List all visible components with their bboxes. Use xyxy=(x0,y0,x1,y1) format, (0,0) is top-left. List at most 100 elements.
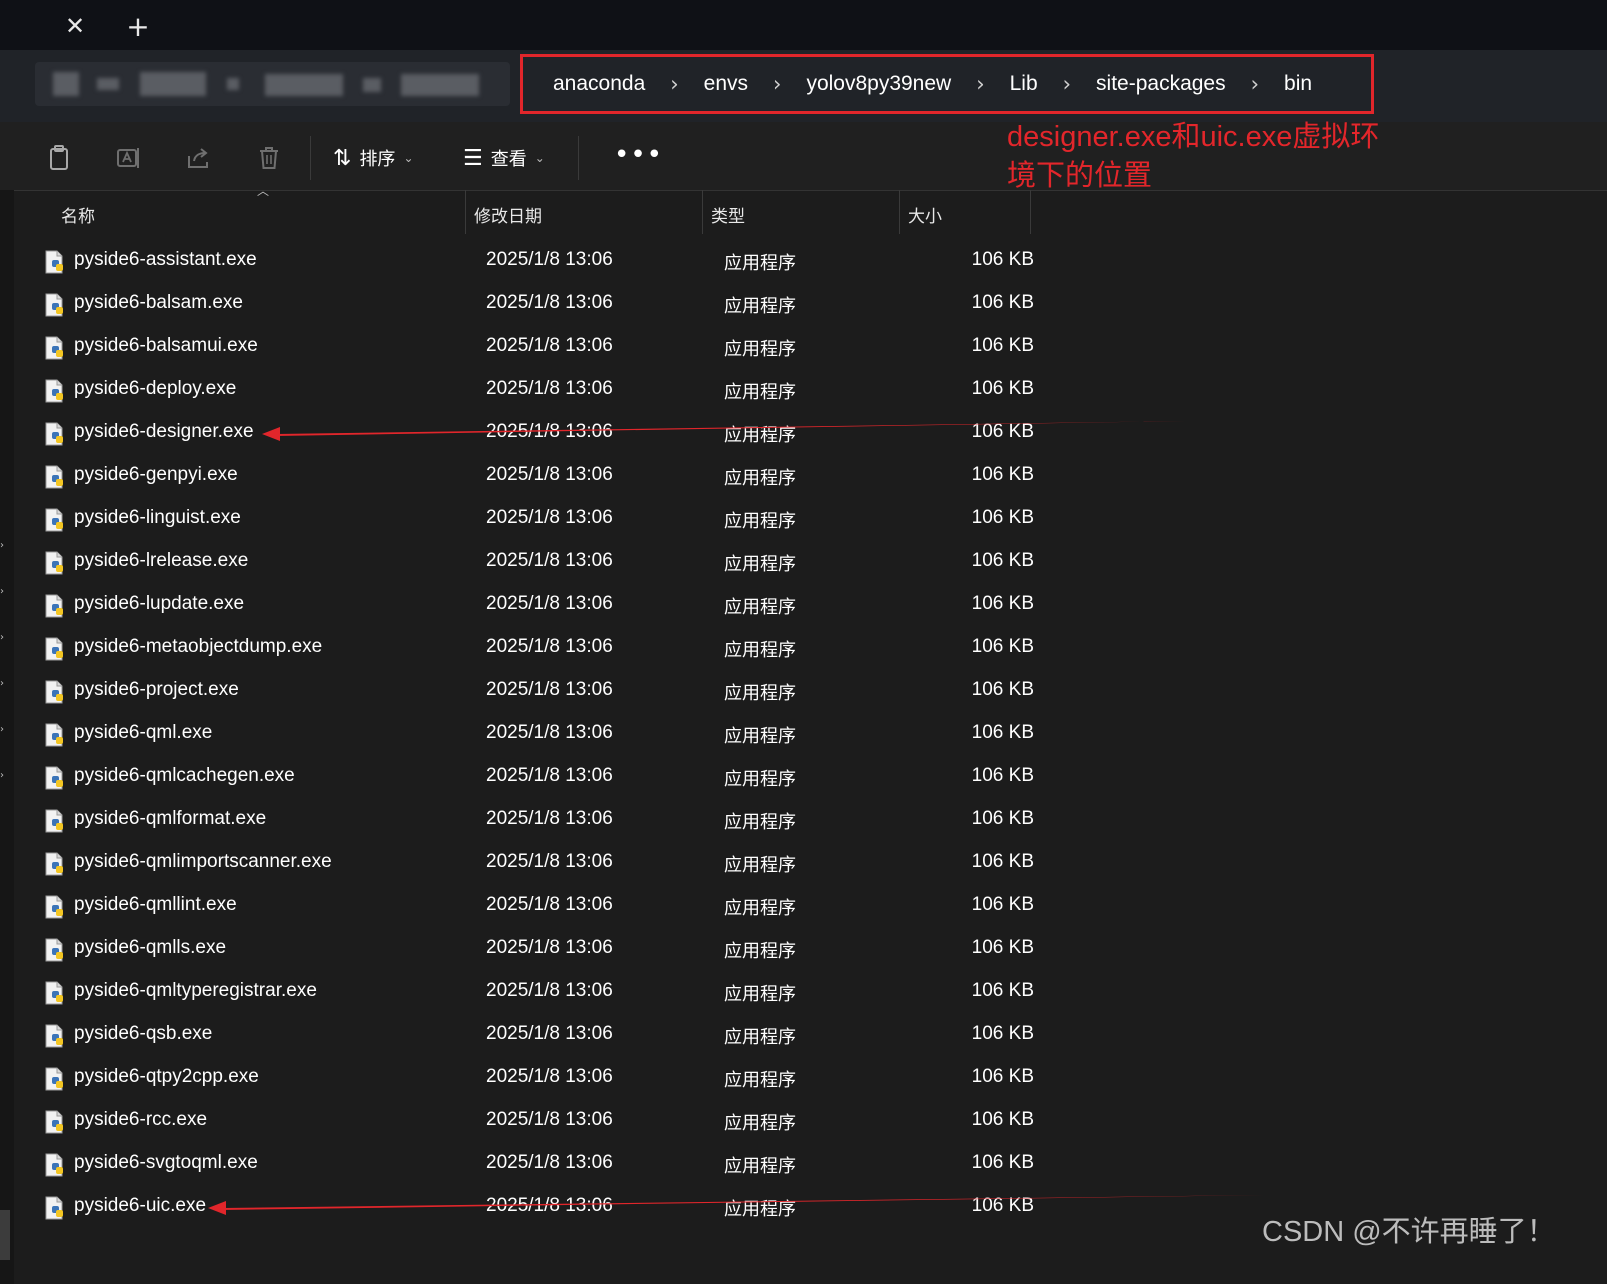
file-row[interactable]: pyside6-deploy.exe 2025/1/8 13:06 应用程序 106 … xyxy=(14,369,1064,412)
share-icon[interactable] xyxy=(185,144,213,172)
file-date: 2025/1/8 13:06 xyxy=(486,851,613,872)
chevron-right-icon[interactable]: › xyxy=(670,72,678,96)
file-row[interactable]: pyside6-qmlformat.exe 2025/1/8 13:06 应用程序 1… xyxy=(14,799,1064,842)
new-tab-icon[interactable]: + xyxy=(118,6,158,46)
column-type[interactable]: 类型 xyxy=(711,202,745,227)
python-exe-file-icon xyxy=(44,465,66,489)
file-date: 2025/1/8 13:06 xyxy=(486,1066,613,1087)
file-row[interactable]: pyside6-linguist.exe 2025/1/8 13:06 应用程序 10… xyxy=(14,498,1064,541)
scrollbar-thumb[interactable] xyxy=(0,1210,10,1260)
file-name: pyside6-lrelease.exe xyxy=(74,550,249,571)
file-size: 106 KB xyxy=(971,550,1034,571)
file-date: 2025/1/8 13:06 xyxy=(486,937,613,958)
file-type: 应用程序 xyxy=(724,1199,796,1220)
breadcrumb-item[interactable]: envs xyxy=(704,72,748,96)
file-row[interactable]: pyside6-project.exe 2025/1/8 13:06 应用程序 106… xyxy=(14,670,1064,713)
breadcrumb-item[interactable]: bin xyxy=(1284,72,1312,96)
file-row[interactable]: pyside6-assistant.exe 2025/1/8 13:06 应用程序 1… xyxy=(14,240,1064,283)
file-row[interactable]: pyside6-qmlcachegen.exe 2025/1/8 13:06 应用程… xyxy=(14,756,1064,799)
view-button[interactable]: ☰ 查看 ⌄ xyxy=(463,144,545,172)
file-name: pyside6-qtpy2cpp.exe xyxy=(74,1066,259,1087)
file-size: 106 KB xyxy=(971,1195,1034,1216)
python-exe-file-icon xyxy=(44,637,66,661)
file-row[interactable]: pyside6-qtpy2cpp.exe 2025/1/8 13:06 应用程序 10… xyxy=(14,1057,1064,1100)
python-exe-file-icon xyxy=(44,594,66,618)
file-row[interactable]: pyside6-balsam.exe 2025/1/8 13:06 应用程序 106 … xyxy=(14,283,1064,326)
file-size: 106 KB xyxy=(971,507,1034,528)
file-name: pyside6-uic.exe xyxy=(74,1195,207,1216)
chevron-right-icon[interactable]: › xyxy=(773,72,781,96)
file-row[interactable]: pyside6-lupdate.exe 2025/1/8 13:06 应用程序 106… xyxy=(14,584,1064,627)
file-row[interactable]: pyside6-qmlls.exe 2025/1/8 13:06 应用程序 106 K… xyxy=(14,928,1064,971)
rename-icon[interactable] xyxy=(115,144,143,172)
navigation-pane-edge[interactable]: › › › › › › xyxy=(0,190,14,1284)
column-size[interactable]: 大小 xyxy=(908,202,942,227)
more-options-button[interactable]: ••• xyxy=(614,140,663,170)
file-row[interactable]: pyside6-metaobjectdump.exe 2025/1/8 13:06… xyxy=(14,627,1064,670)
expand-chevron-icon[interactable]: › xyxy=(0,770,8,781)
file-size: 106 KB xyxy=(971,765,1034,786)
file-size: 106 KB xyxy=(971,636,1034,657)
file-row[interactable]: pyside6-qml.exe 2025/1/8 13:06 应用程序 106 KB xyxy=(14,713,1064,756)
file-type: 应用程序 xyxy=(724,253,796,274)
breadcrumb-item[interactable]: Lib xyxy=(1010,72,1038,96)
chevron-right-icon[interactable]: › xyxy=(976,72,984,96)
file-date: 2025/1/8 13:06 xyxy=(486,765,613,786)
column-date[interactable]: 修改日期 xyxy=(474,202,542,227)
sort-button[interactable]: ⇅ 排序 ⌄ xyxy=(333,144,414,172)
file-name: pyside6-svgtoqml.exe xyxy=(74,1152,258,1173)
file-size: 106 KB xyxy=(971,593,1034,614)
chevron-down-icon: ⌄ xyxy=(403,151,414,165)
file-date: 2025/1/8 13:06 xyxy=(486,1109,613,1130)
file-date: 2025/1/8 13:06 xyxy=(486,808,613,829)
file-size: 106 KB xyxy=(971,464,1034,485)
file-type: 应用程序 xyxy=(724,1070,796,1091)
file-row[interactable]: pyside6-qmllint.exe 2025/1/8 13:06 应用程序 106… xyxy=(14,885,1064,928)
breadcrumb-item[interactable]: anaconda xyxy=(553,72,645,96)
title-bar: ✕ + xyxy=(0,0,1607,50)
file-row[interactable]: pyside6-svgtoqml.exe 2025/1/8 13:06 应用程序 10… xyxy=(14,1143,1064,1186)
file-name: pyside6-lupdate.exe xyxy=(74,593,245,614)
chevron-right-icon[interactable]: › xyxy=(1251,72,1259,96)
file-date: 2025/1/8 13:06 xyxy=(486,378,613,399)
clipboard-icon[interactable] xyxy=(45,144,73,172)
file-date: 2025/1/8 13:06 xyxy=(486,722,613,743)
column-header: 名称 修改日期 类型 大小 xyxy=(14,190,1064,240)
file-size: 106 KB xyxy=(971,679,1034,700)
expand-chevron-icon[interactable]: › xyxy=(0,540,8,551)
file-name: pyside6-qmltyperegistrar.exe xyxy=(74,980,317,1001)
file-date: 2025/1/8 13:06 xyxy=(486,1023,613,1044)
column-name[interactable]: 名称 xyxy=(61,202,95,227)
file-row[interactable]: pyside6-qsb.exe 2025/1/8 13:06 应用程序 106 KB xyxy=(14,1014,1064,1057)
python-exe-file-icon xyxy=(44,336,66,360)
file-row[interactable]: pyside6-rcc.exe 2025/1/8 13:06 应用程序 106 KB xyxy=(14,1100,1064,1143)
file-name: pyside6-project.exe xyxy=(74,679,239,700)
file-date: 2025/1/8 13:06 xyxy=(486,636,613,657)
python-exe-file-icon xyxy=(44,379,66,403)
python-exe-file-icon xyxy=(44,1110,66,1134)
close-tab-icon[interactable]: ✕ xyxy=(50,6,100,46)
redacted-path xyxy=(35,62,510,106)
expand-chevron-icon[interactable]: › xyxy=(0,678,8,689)
file-type: 应用程序 xyxy=(724,640,796,661)
file-size: 106 KB xyxy=(971,808,1034,829)
file-row[interactable]: pyside6-uic.exe 2025/1/8 13:06 应用程序 106 KB xyxy=(14,1186,1064,1229)
file-row[interactable]: pyside6-balsamui.exe 2025/1/8 13:06 应用程序 10… xyxy=(14,326,1064,369)
file-size: 106 KB xyxy=(971,1152,1034,1173)
chevron-right-icon[interactable]: › xyxy=(1063,72,1071,96)
expand-chevron-icon[interactable]: › xyxy=(0,724,8,735)
python-exe-file-icon xyxy=(44,1067,66,1091)
file-row[interactable]: pyside6-qmlimportscanner.exe 2025/1/8 13:… xyxy=(14,842,1064,885)
expand-chevron-icon[interactable]: › xyxy=(0,632,8,643)
file-type: 应用程序 xyxy=(724,597,796,618)
file-name: pyside6-qmlformat.exe xyxy=(74,808,267,829)
file-row[interactable]: pyside6-lrelease.exe 2025/1/8 13:06 应用程序 10… xyxy=(14,541,1064,584)
breadcrumb-item[interactable]: site-packages xyxy=(1096,72,1226,96)
expand-chevron-icon[interactable]: › xyxy=(0,586,8,597)
file-row[interactable]: pyside6-genpyi.exe 2025/1/8 13:06 应用程序 106 … xyxy=(14,455,1064,498)
file-row[interactable]: pyside6-qmltyperegistrar.exe 2025/1/8 13:… xyxy=(14,971,1064,1014)
file-size: 106 KB xyxy=(971,851,1034,872)
breadcrumb-item[interactable]: yolov8py39new xyxy=(806,72,951,96)
file-row[interactable]: pyside6-designer.exe 2025/1/8 13:06 应用程序 10… xyxy=(14,412,1064,455)
delete-icon[interactable] xyxy=(255,144,283,172)
